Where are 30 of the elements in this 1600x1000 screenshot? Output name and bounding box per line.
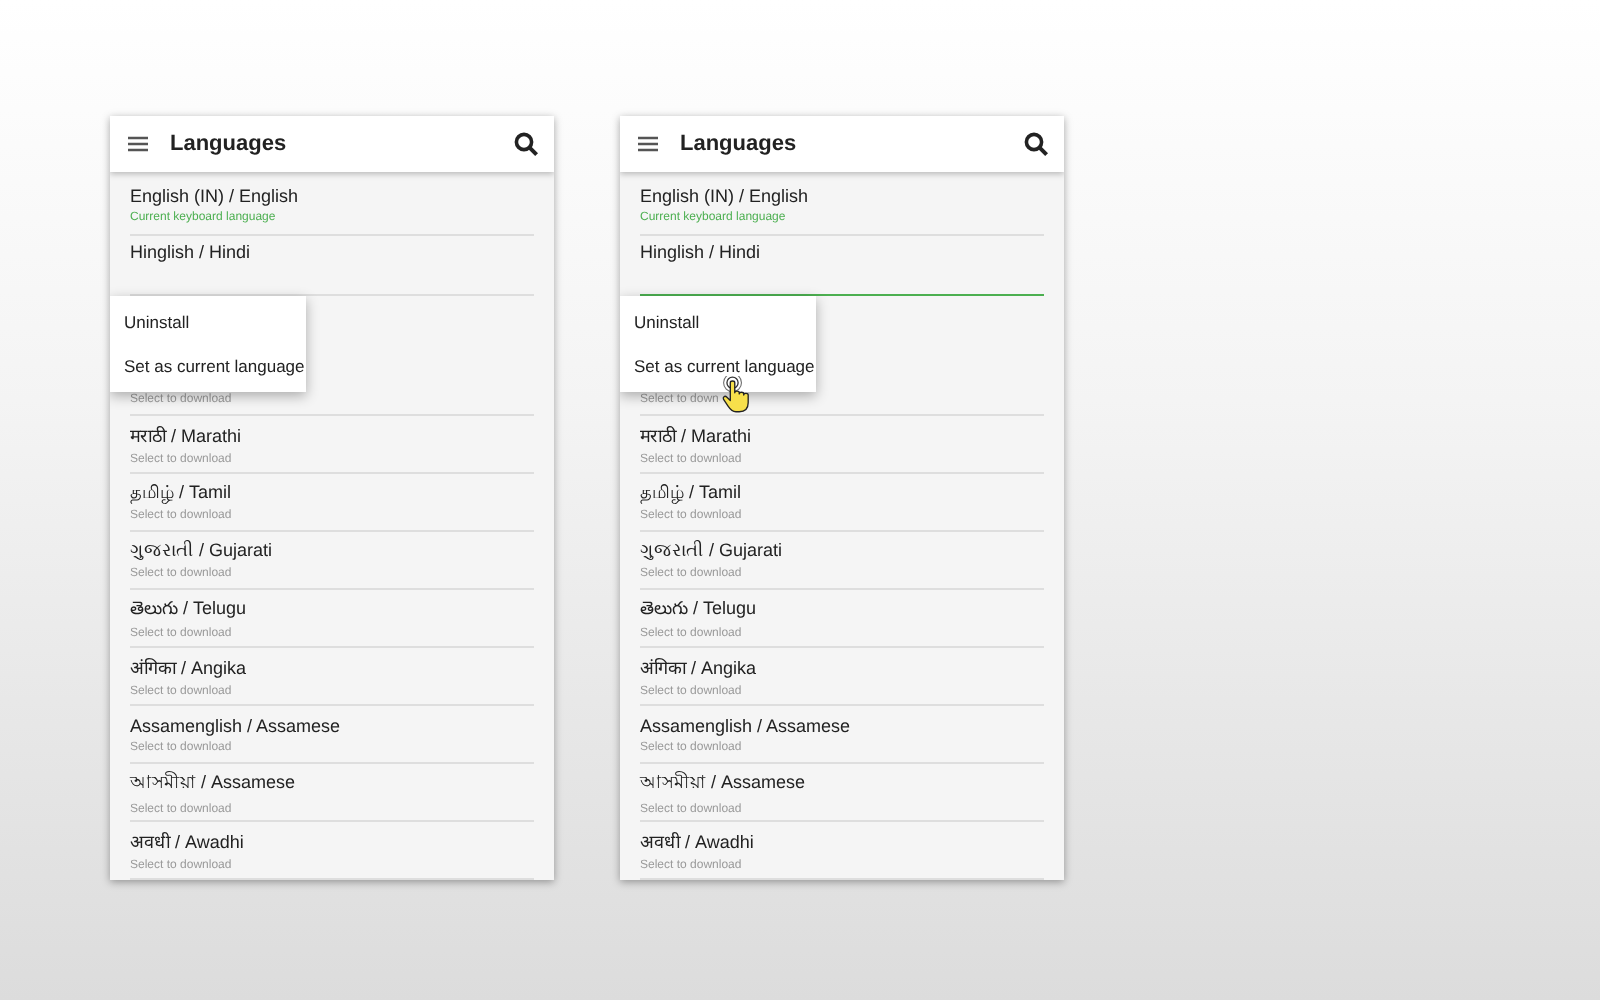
language-name[interactable]: తెలుగు / Telugu <box>130 597 247 621</box>
language-name[interactable]: Hinglish / Hindi <box>130 242 251 262</box>
language-name[interactable]: अवधी / Awadhi <box>130 828 244 854</box>
language-name[interactable]: தமிழ் / Tamil <box>130 482 232 504</box>
screen-title: Languages <box>680 132 799 156</box>
language-name[interactable]: আসমীয়া / Assamese <box>640 768 806 798</box>
search-icon[interactable] <box>1024 132 1048 156</box>
language-name[interactable]: अंगिका / Angika <box>640 654 757 680</box>
language-name[interactable]: मराठी / Marathi <box>640 422 752 448</box>
language-name[interactable]: தமிழ் / Tamil <box>640 482 742 504</box>
language-name[interactable]: Assamenglish / Assamese <box>130 715 341 735</box>
language-name[interactable]: English (IN) / English <box>130 186 299 206</box>
menu-item[interactable]: Set as current language <box>110 344 319 388</box>
language-name[interactable]: अंगिका / Angika <box>130 654 247 680</box>
language-name[interactable]: अवधी / Awadhi <box>640 828 754 854</box>
menu-icon[interactable] <box>638 136 658 152</box>
language-name[interactable]: Hinglish / Hindi <box>640 242 761 262</box>
search-icon[interactable] <box>514 132 538 156</box>
menu-item[interactable]: Uninstall <box>620 300 714 344</box>
language-name[interactable]: తెలుగు / Telugu <box>640 597 757 621</box>
language-name[interactable]: Assamenglish / Assamese <box>640 715 851 735</box>
language-name[interactable]: English (IN) / English <box>640 186 809 206</box>
language-name[interactable]: मराठी / Marathi <box>130 422 242 448</box>
menu-icon[interactable] <box>128 136 148 152</box>
language-name[interactable]: ગુજરાતી / Gujarati <box>640 540 783 562</box>
language-name[interactable]: ગુજરાતી / Gujarati <box>130 540 273 562</box>
menu-item[interactable]: Uninstall <box>110 300 204 344</box>
language-name[interactable]: আসমীয়া / Assamese <box>130 768 296 798</box>
menu-item[interactable]: Set as current language <box>620 344 829 388</box>
screen-title: Languages <box>170 132 289 156</box>
